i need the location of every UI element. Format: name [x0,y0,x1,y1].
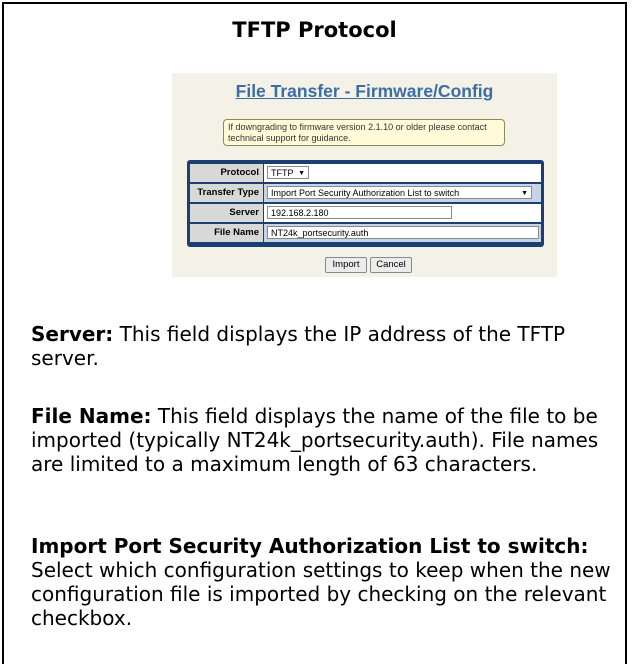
import-text: Select which configuration settings to k… [31,558,611,630]
protocol-value: TFTP [271,168,294,178]
file-name-row: File Name NT24k_portsecurity.auth [190,223,541,242]
server-row: Server 192.168.2.180 [190,203,541,222]
file-name-input[interactable]: NT24k_portsecurity.auth [267,226,539,239]
file-name-term: File Name: [31,404,152,428]
protocol-row: Protocol TFTP ▼ [190,163,541,182]
transfer-type-row: Transfer Type Import Port Security Autho… [190,183,541,202]
protocol-cell: TFTP ▼ [264,164,541,182]
transfer-type-label: Transfer Type [190,184,263,202]
embedded-screenshot: File Transfer - Firmware/Config If downg… [172,73,557,277]
downgrade-notice: If downgrading to firmware version 2.1.1… [223,119,505,146]
page-title: TFTP Protocol [232,18,397,42]
cancel-button[interactable]: Cancel [370,257,412,273]
transfer-type-cell: Import Port Security Authorization List … [264,184,541,202]
file-name-cell: NT24k_portsecurity.auth [264,224,541,242]
import-term: Import Port Security Authorization List … [31,534,589,558]
transfer-type-select[interactable]: Import Port Security Authorization List … [267,186,532,199]
document-frame: TFTP Protocol File Transfer - Firmware/C… [2,2,627,664]
transfer-form: Protocol TFTP ▼ Transfer Type Import Por… [187,160,544,247]
file-name-label: File Name [190,224,263,242]
server-label: Server [190,204,263,222]
screenshot-title: File Transfer - Firmware/Config [235,81,494,101]
server-description: Server: This field displays the IP addre… [31,322,626,370]
protocol-select[interactable]: TFTP ▼ [267,166,309,179]
server-term: Server: [31,322,114,346]
import-button[interactable]: Import [325,257,367,273]
transfer-type-value: Import Port Security Authorization List … [271,188,460,198]
file-name-description: File Name: This field displays the name … [31,404,626,476]
chevron-down-icon: ▼ [298,170,305,177]
server-cell: 192.168.2.180 [264,204,541,222]
server-input[interactable]: 192.168.2.180 [267,206,452,219]
import-description: Import Port Security Authorization List … [31,534,626,630]
protocol-label: Protocol [190,164,263,182]
chevron-down-icon: ▼ [521,190,528,197]
